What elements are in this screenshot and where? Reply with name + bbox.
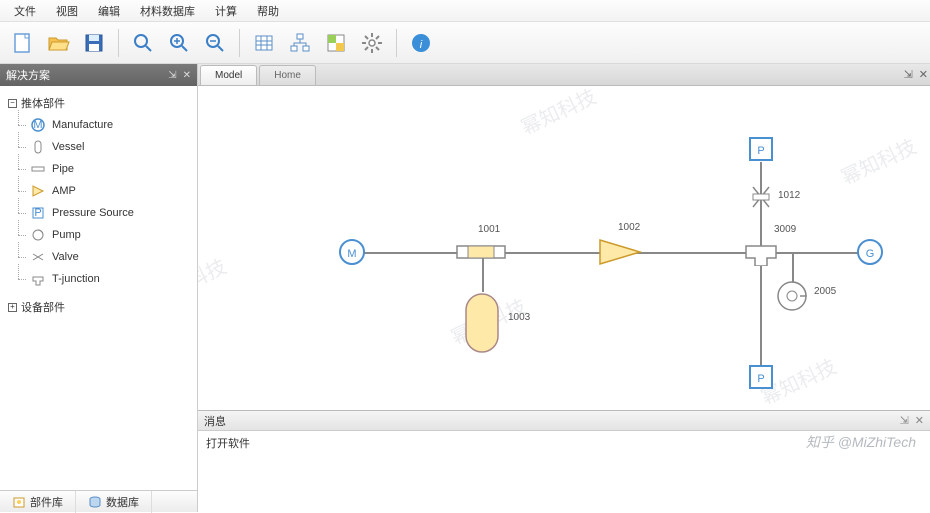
component-tree: − 推体部件 M Manufacture Vessel Pipe AMP P [0,86,197,492]
pipe-icon [30,161,46,177]
node-manufacture[interactable]: M [338,238,366,266]
close-icon[interactable]: ✕ [183,70,191,81]
node-label: 1001 [478,224,500,235]
node-label: 1012 [778,190,800,201]
vessel-icon [30,139,46,155]
tree-item-pipe[interactable]: Pipe [4,158,193,180]
pump-icon [30,227,46,243]
menu-bar: 文件 视图 编辑 材料数据库 计算 帮助 [0,0,930,22]
node-label: 3009 [774,224,796,235]
svg-text:M: M [347,248,356,260]
bottom-tabs: 部件库 数据库 [0,490,198,512]
info-button[interactable]: i [405,27,437,59]
zoom-out-button[interactable] [199,27,231,59]
tab-database[interactable]: 数据库 [76,491,152,513]
collapse-icon[interactable]: − [8,99,17,108]
toolbar: i [0,22,930,64]
new-doc-button[interactable] [6,27,38,59]
node-tjunction-3009[interactable] [744,238,778,266]
connector-line [760,256,762,366]
zoom-in-button[interactable] [163,27,195,59]
svg-text:P: P [757,145,764,157]
tree-item-pressure-source[interactable]: P Pressure Source [4,202,193,224]
database-icon [88,495,102,509]
tree-item-pump[interactable]: Pump [4,224,193,246]
pin-icon[interactable]: ⇲ [904,68,913,81]
open-button[interactable] [42,27,74,59]
sidebar-panel: 解决方案 ⇲ ✕ − 推体部件 M Manufacture Vessel Pip… [0,64,198,492]
tree-item-vessel[interactable]: Vessel [4,136,193,158]
settings-button[interactable] [356,27,388,59]
node-vessel-1003[interactable] [462,290,502,356]
node-valve-1012[interactable] [750,184,772,210]
tree-item-manufacture[interactable]: M Manufacture [4,114,193,136]
pin-icon[interactable]: ⇲ [900,414,909,427]
close-icon[interactable]: ✕ [919,68,928,81]
node-pump-2005[interactable] [774,278,810,314]
svg-text:G: G [866,248,875,260]
expand-icon[interactable]: + [8,303,17,312]
menu-view[interactable]: 视图 [48,1,86,21]
watermark-text: 幂知科技 [516,86,601,141]
grid-button[interactable] [248,27,280,59]
node-amp-1002[interactable] [598,238,642,266]
pin-icon[interactable]: ⇲ [168,70,176,81]
node-label: 1003 [508,312,530,323]
node-label: 1002 [618,222,640,233]
org-chart-button[interactable] [284,27,316,59]
tab-home[interactable]: Home [259,65,316,85]
node-pressure-top[interactable]: P [748,136,774,162]
manufacture-icon: M [30,117,46,133]
watermark-text: 幂知科技 [836,130,921,190]
amp-icon [30,183,46,199]
palette-button[interactable] [320,27,352,59]
tab-component-library[interactable]: 部件库 [0,491,76,513]
tree-item-tjunction[interactable]: T-junction [4,268,193,290]
menu-help[interactable]: 帮助 [249,1,287,21]
tree-category-equipment[interactable]: + 设备部件 [4,296,193,318]
main-area: Model Home ⇲ ✕ 幂知科技 幂知科技 幂知科技 幂知科技 幂知科技 … [198,64,930,492]
menu-edit[interactable]: 编辑 [90,1,128,21]
node-generator[interactable]: G [856,238,884,266]
tree-item-valve[interactable]: Valve [4,246,193,268]
menu-file[interactable]: 文件 [6,1,44,21]
diagram-canvas[interactable]: 幂知科技 幂知科技 幂知科技 幂知科技 幂知科技 M 1001 1002 [198,86,930,410]
attribution-text: 知乎 @MiZhiTech [806,432,916,452]
tree-item-amp[interactable]: AMP [4,180,193,202]
tjunction-icon [30,271,46,287]
tab-model[interactable]: Model [200,65,257,85]
message-header: 消息 ⇲ ✕ [198,411,930,431]
node-pipe-1001[interactable] [456,242,506,262]
watermark-text: 幂知科技 [198,250,230,310]
valve-icon [30,249,46,265]
library-icon [12,495,26,509]
svg-text:M: M [33,119,42,131]
node-pressure-bottom[interactable]: P [748,364,774,390]
menu-materials-db[interactable]: 材料数据库 [132,1,203,21]
sidebar-title: 解决方案 [6,67,50,83]
node-label: 2005 [814,286,836,297]
save-button[interactable] [78,27,110,59]
sidebar-header: 解决方案 ⇲ ✕ [0,64,197,86]
pressure-source-icon: P [30,205,46,221]
message-title: 消息 [204,413,226,429]
close-icon[interactable]: ✕ [915,414,924,427]
svg-text:P: P [34,207,41,219]
tree-category-thrust[interactable]: − 推体部件 [4,92,193,114]
main-header: Model Home ⇲ ✕ [198,64,930,86]
zoom-find-button[interactable] [127,27,159,59]
menu-compute[interactable]: 计算 [207,1,245,21]
svg-text:P: P [757,373,764,385]
